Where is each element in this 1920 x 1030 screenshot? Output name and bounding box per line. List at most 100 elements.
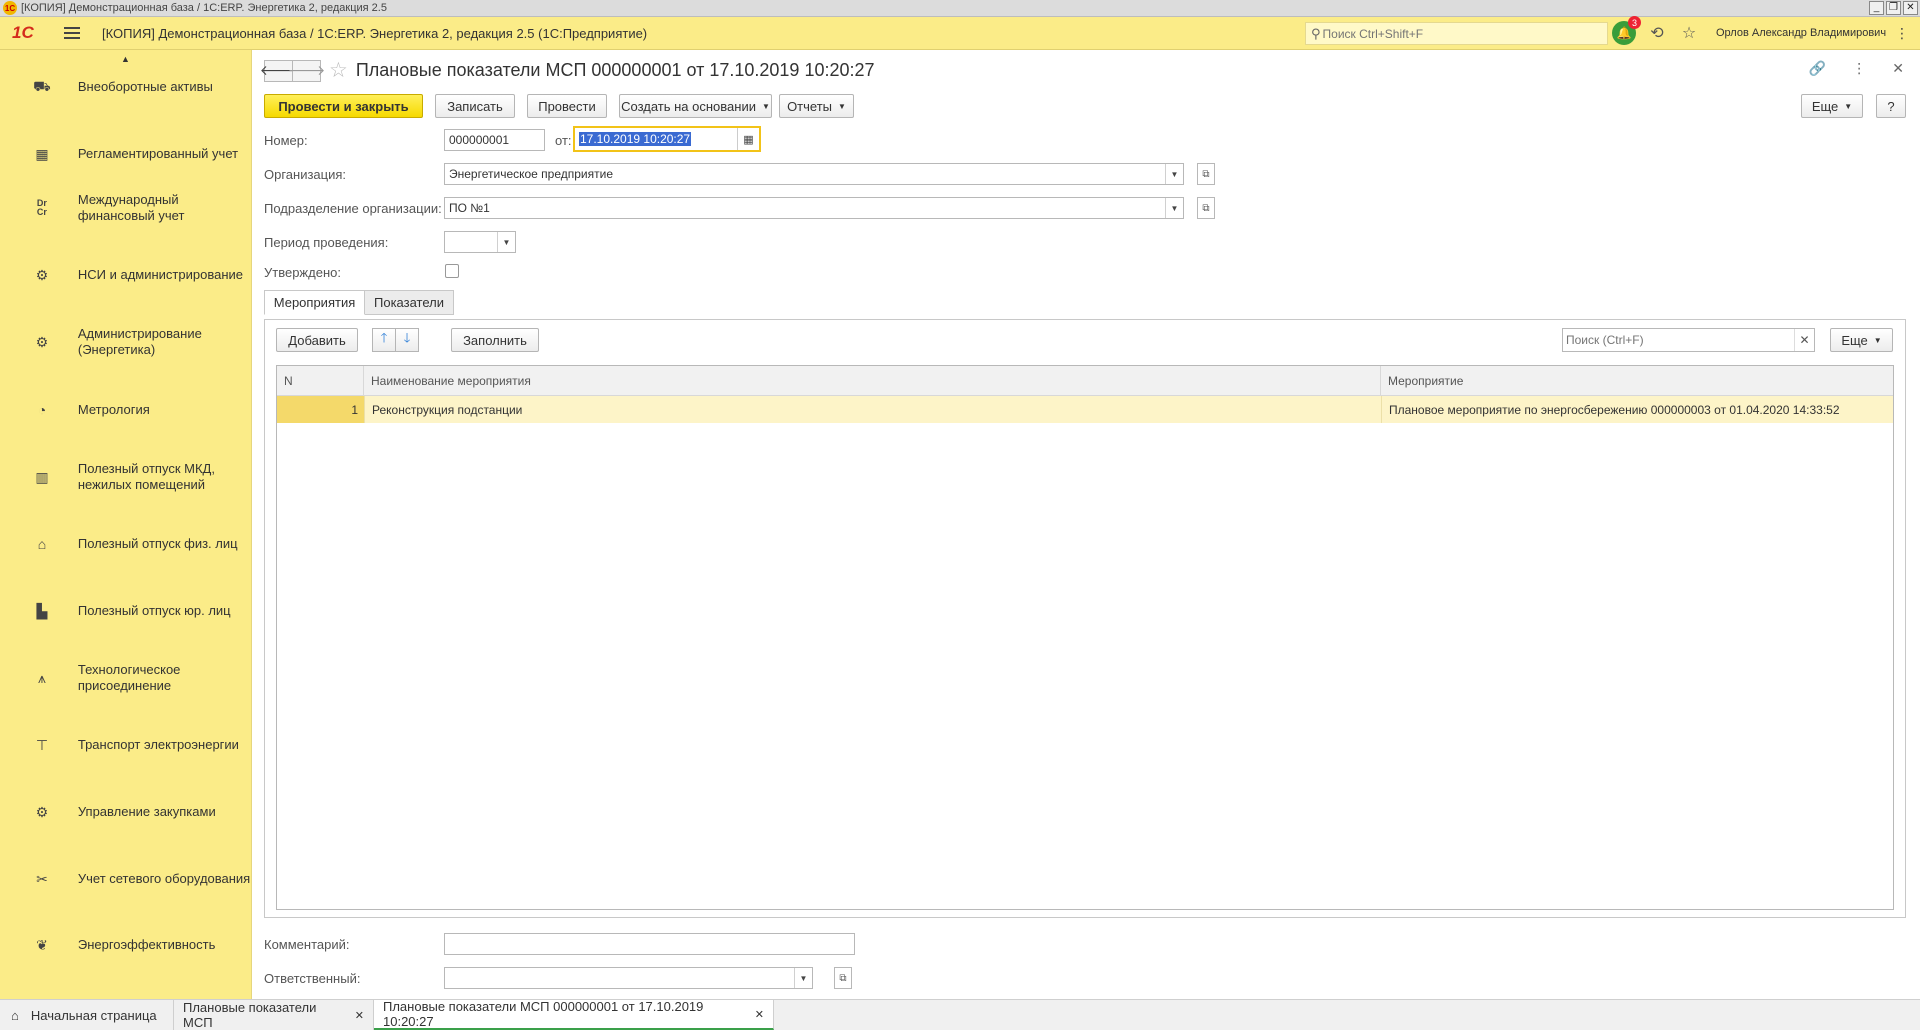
tab-events[interactable]: Мероприятия	[264, 290, 365, 315]
restore-button[interactable]: ❐	[1886, 1, 1901, 15]
tab-label: Плановые показатели МСП	[183, 1000, 317, 1030]
sidebar-item-regulated-accounting[interactable]: ▦ Регламентированный учет	[0, 129, 252, 179]
cell-n: 1	[277, 396, 364, 423]
button-label: Провести	[538, 98, 596, 114]
open-organization-icon[interactable]: ⧉	[1197, 163, 1215, 185]
tab-label: Мероприятия	[273, 295, 356, 310]
responsible-field[interactable]: ▼	[444, 967, 813, 989]
favorite-star-icon[interactable]: ☆	[329, 58, 348, 83]
button-label: Заполнить	[463, 332, 527, 348]
user-name[interactable]: Орлов Александр Владимирович	[1716, 27, 1886, 39]
period-field[interactable]: ▼	[444, 231, 516, 253]
column-header-name[interactable]: Наименование мероприятия	[364, 366, 1381, 395]
department-field[interactable]: ПО №1 ▼	[444, 197, 1184, 219]
sidebar-item-label: Полезный отпуск физ. лиц	[77, 536, 238, 551]
factory-icon: ▙	[36, 602, 48, 619]
chevron-down-icon[interactable]: ▼	[1165, 198, 1183, 218]
sidebar-item-energy-efficiency[interactable]: ❦ Энергоэффективность	[0, 920, 252, 970]
app-logo-icon: 1С	[3, 1, 17, 15]
list-tab[interactable]: Плановые показатели МСП ✕	[174, 1000, 374, 1030]
chevron-down-icon: ▼	[1844, 101, 1853, 111]
reports-button[interactable]: Отчеты ▼	[779, 94, 854, 118]
1c-logo[interactable]: 1С	[12, 23, 44, 43]
sidebar-item-label: НСИ и администрирование	[77, 267, 243, 282]
sidebar-item-individuals[interactable]: ⌂ Полезный отпуск физ. лиц	[0, 519, 252, 569]
chevron-down-icon[interactable]: ▼	[1165, 164, 1183, 184]
clear-search-icon[interactable]: ✕	[1794, 329, 1814, 351]
more-button[interactable]: Еще ▼	[1801, 94, 1863, 118]
post-and-close-button[interactable]: Провести и закрыть	[264, 94, 423, 118]
search-icon: ⚲	[1311, 25, 1321, 41]
sidebar-item-tech-connection[interactable]: ⩚ Технологическое присоединение	[0, 653, 252, 703]
calendar-icon[interactable]: ▦	[737, 128, 759, 150]
column-header-n[interactable]: N	[277, 366, 364, 395]
title-actions: 🔗 ⋮ ✕	[1809, 60, 1904, 77]
organization-field[interactable]: Энергетическое предприятие ▼	[444, 163, 1184, 185]
sidebar-item-metrology[interactable]: ◔ Метрология	[0, 385, 252, 435]
fill-button[interactable]: Заполнить	[451, 328, 539, 352]
date-field[interactable]: 17.10.2019 10:20:27 ▦	[573, 126, 761, 152]
global-search-input[interactable]	[1320, 26, 1591, 41]
help-button[interactable]: ?	[1876, 94, 1906, 118]
save-button[interactable]: Записать	[435, 94, 515, 118]
document-form: 🡐 🡒 ☆ Плановые показатели МСП 000000001 …	[253, 50, 1920, 999]
minimize-button[interactable]: _	[1869, 1, 1884, 15]
chevron-down-icon[interactable]: ▼	[497, 232, 515, 252]
sidebar-item-nsi-admin[interactable]: ⚙ НСИ и администрирование	[0, 250, 252, 300]
app-title: [КОПИЯ] Демонстрационная база / 1С:ERP. …	[102, 25, 648, 41]
notifications-bell-icon[interactable]: 🔔 3	[1612, 16, 1641, 45]
sidebar-item-fixed-assets[interactable]: ⛟ Внеоборотные активы	[0, 62, 252, 112]
home-tab[interactable]: ⌂ Начальная страница	[0, 1000, 174, 1030]
table-row[interactable]: 1 Реконструкция подстанции Плановое меро…	[277, 396, 1893, 423]
more-vertical-icon[interactable]: ⋮	[1852, 60, 1866, 77]
sidebar-item-admin-energy[interactable]: ⚙ Администрирование (Энергетика)	[0, 317, 252, 367]
add-row-button[interactable]: Добавить	[276, 328, 358, 352]
table-search[interactable]: ✕	[1562, 328, 1815, 352]
open-windows-bar: ⌂ Начальная страница Плановые показатели…	[0, 999, 1920, 1030]
global-search[interactable]: ⚲	[1305, 22, 1608, 45]
sidebar-item-label: Учет сетевого оборудования	[77, 871, 251, 886]
comment-field[interactable]	[444, 933, 855, 955]
window-titlebar: 1С [КОПИЯ] Демонстрационная база / 1С:ER…	[0, 0, 1920, 17]
open-responsible-icon[interactable]: ⧉	[834, 967, 852, 989]
close-tab-icon[interactable]: ✕	[355, 1009, 364, 1022]
menu-icon[interactable]	[64, 27, 80, 39]
close-button[interactable]: ✕	[1903, 1, 1918, 15]
create-based-on-button[interactable]: Создать на основании ▼	[619, 94, 772, 118]
button-label: Еще	[1811, 98, 1839, 114]
history-icon[interactable]: ⟲	[1646, 23, 1668, 43]
document-title: Плановые показатели МСП 000000001 от 17.…	[355, 60, 875, 80]
sidebar-item-transport[interactable]: ⊤ Транспорт электроэнергии	[0, 720, 252, 770]
house-icon: ⌂	[37, 536, 47, 552]
sidebar-item-network-equipment[interactable]: ✂ Учет сетевого оборудования	[0, 854, 252, 904]
column-header-event[interactable]: Мероприятие	[1381, 366, 1893, 395]
move-up-icon[interactable]: 🡑	[372, 328, 396, 352]
approved-checkbox[interactable]	[445, 264, 459, 278]
close-tab-icon[interactable]: ✕	[755, 1008, 764, 1021]
gauge-icon: ◔	[37, 402, 47, 418]
sidebar-item-ifrs[interactable]: Dr Cr Международный финансовый учет	[0, 183, 252, 233]
procurement-icon: ⚙	[35, 803, 49, 820]
number-field[interactable]: 000000001	[444, 129, 545, 151]
drcr-icon: Dr Cr	[36, 198, 47, 217]
close-form-icon[interactable]: ✕	[1892, 60, 1904, 77]
table-more-button[interactable]: Еще ▼	[1830, 328, 1893, 352]
sidebar-item-procurement[interactable]: ⚙ Управление закупками	[0, 787, 252, 837]
open-department-icon[interactable]: ⧉	[1197, 197, 1215, 219]
tab-label: Начальная страница	[30, 1007, 157, 1023]
post-button[interactable]: Провести	[527, 94, 607, 118]
link-icon[interactable]: 🔗	[1809, 60, 1826, 77]
sidebar-item-mkd[interactable]: ▥ Полезный отпуск МКД, нежилых помещений	[0, 452, 252, 502]
table-search-input[interactable]	[1563, 333, 1793, 347]
tab-indicators[interactable]: Показатели	[364, 290, 454, 315]
document-tab[interactable]: Плановые показатели МСП 000000001 от 17.…	[374, 999, 774, 1030]
sidebar-item-legal-entities[interactable]: ▙ Полезный отпуск юр. лиц	[0, 586, 252, 636]
favorites-star-icon[interactable]: ☆	[1678, 23, 1700, 43]
chevron-down-icon[interactable]: ▼	[794, 968, 812, 988]
move-down-icon[interactable]: 🡓	[395, 328, 419, 352]
sidebar-item-label: Энергоэффективность	[77, 937, 216, 952]
forward-button[interactable]: 🡒	[288, 59, 325, 82]
date-label: от:	[555, 133, 572, 148]
title-row: 🡐 🡒 ☆ Плановые показатели МСП 000000001 …	[260, 58, 875, 83]
more-vertical-icon[interactable]: ⋮	[1895, 25, 1909, 42]
